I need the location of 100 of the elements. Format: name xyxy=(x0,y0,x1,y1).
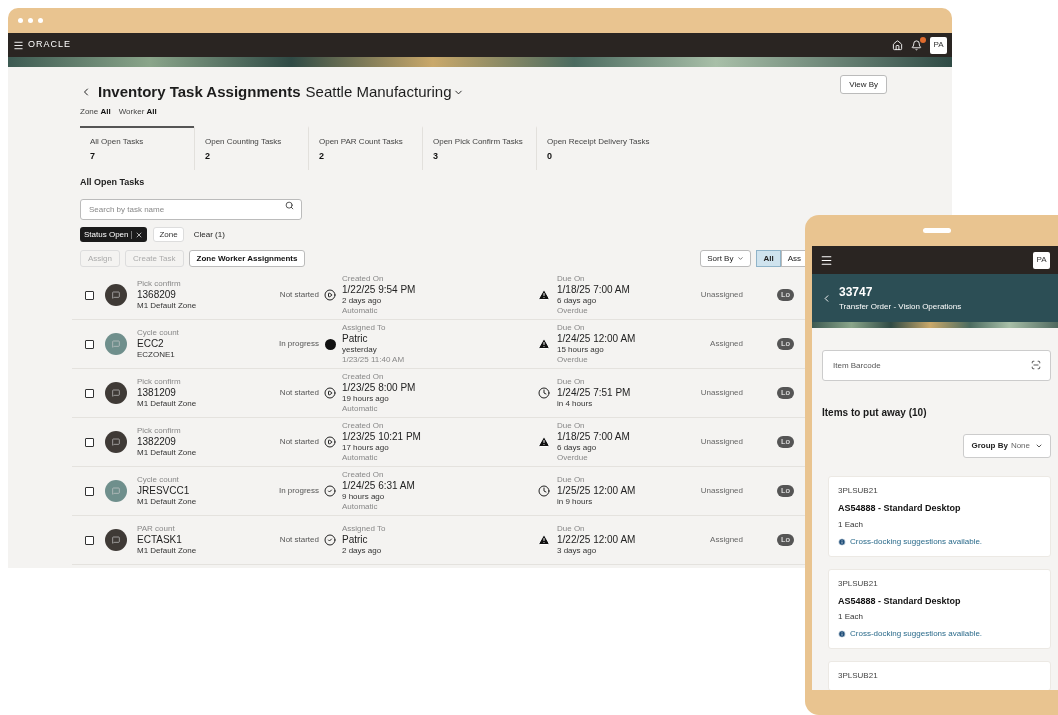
filter-chip[interactable]: Zone xyxy=(153,227,184,242)
task-badge: Lo xyxy=(777,387,794,399)
order-subtitle: Transfer Order - Vision Operations xyxy=(839,301,962,313)
task-status: Not started xyxy=(279,387,319,399)
assignment-status: Unassigned xyxy=(700,436,743,448)
clock-icon xyxy=(538,387,550,399)
chevron-down-icon xyxy=(1035,442,1043,450)
task-type: Pick confirm xyxy=(137,426,182,436)
created-label: Created On xyxy=(342,274,385,284)
warning-icon xyxy=(538,534,550,546)
due-label: Due On xyxy=(557,323,586,333)
due-value: 1/18/25 7:00 AM xyxy=(557,431,631,443)
segment-button[interactable]: All xyxy=(756,250,781,267)
play-circle-icon xyxy=(324,289,336,301)
summary-tab[interactable]: Open Counting Tasks 2 xyxy=(194,125,308,170)
task-status: Not started xyxy=(279,436,319,448)
filter-chip[interactable]: Status Open xyxy=(80,227,148,242)
task-type: Cycle count xyxy=(137,475,180,485)
row-checkbox[interactable] xyxy=(85,388,94,398)
task-badge: Lo xyxy=(777,534,794,546)
user-avatar[interactable]: PA xyxy=(930,36,947,54)
task-type: Cycle count xyxy=(137,328,180,338)
home-icon[interactable] xyxy=(892,39,903,51)
view-by-button[interactable]: View By xyxy=(840,75,887,94)
created-ago: 2 days ago xyxy=(342,546,383,556)
due-label: Due On xyxy=(557,274,586,284)
filter-label: Worker All xyxy=(118,105,157,118)
order-number: 33747 xyxy=(839,284,874,301)
item-name: AS54888 - Standard Desktop xyxy=(838,502,962,515)
summary-tab[interactable]: Open Pick Confirm Tasks 3 xyxy=(422,125,536,170)
row-checkbox[interactable] xyxy=(85,486,94,496)
due-value: 1/24/25 7:51 PM xyxy=(557,387,632,399)
site-selector[interactable]: Seattle Manufacturing xyxy=(305,81,465,104)
created-value: 1/22/25 9:54 PM xyxy=(342,284,417,296)
row-checkbox[interactable] xyxy=(85,290,94,300)
row-checkbox[interactable] xyxy=(85,535,94,545)
group-by-button[interactable]: Group By None xyxy=(963,434,1051,458)
row-checkbox[interactable] xyxy=(85,437,94,447)
close-icon[interactable] xyxy=(135,230,144,239)
item-card[interactable]: 3PLSUB21 AS54888 - Standard Desktop 1 Each Cross-docking suggestions available. xyxy=(828,476,1051,557)
due-label: Due On xyxy=(557,377,586,387)
due-note: Overdue xyxy=(557,453,589,463)
page-title: Inventory Task Assignments xyxy=(98,82,301,102)
task-badge: Lo xyxy=(777,485,794,497)
menu-icon[interactable] xyxy=(13,39,24,51)
created-note: Automatic xyxy=(342,404,379,414)
scan-icon[interactable] xyxy=(1031,360,1041,370)
due-note: Overdue xyxy=(557,355,589,365)
item-quantity: 1 Each xyxy=(838,518,864,531)
due-value: 1/25/25 12:00 AM xyxy=(557,485,637,497)
due-ago: 15 hours ago xyxy=(557,345,605,355)
created-ago: yesterday xyxy=(342,345,378,355)
info-icon xyxy=(838,537,846,546)
created-ago: 2 days ago xyxy=(342,296,383,306)
caret-icon xyxy=(737,255,745,262)
created-ago: 9 hours ago xyxy=(342,492,386,502)
assignment-status: Assigned xyxy=(710,338,743,350)
clear-filters-link[interactable]: Clear (1) xyxy=(189,227,229,242)
assignment-status: Assigned xyxy=(710,534,743,546)
task-zone: ECZONE1 xyxy=(137,350,176,360)
item-code: 3PLSUB21 xyxy=(838,577,879,590)
action-button[interactable]: Zone Worker Assignments xyxy=(188,250,306,267)
summary-tab[interactable]: Open Receipt Delivery Tasks 0 xyxy=(536,125,650,170)
row-checkbox[interactable] xyxy=(85,339,94,349)
item-name: AS54888 - Standard Desktop xyxy=(838,594,962,608)
clock-icon xyxy=(538,485,550,497)
task-zone: M1 Default Zone xyxy=(137,546,198,556)
item-card[interactable]: 3PLSUB21 AS54888 - Standard Desktop 1 Each Cross-docking suggestions available. xyxy=(828,568,1051,649)
due-value: 1/22/25 12:00 AM xyxy=(557,534,637,546)
barcode-field[interactable]: Item Barcode xyxy=(822,350,1051,381)
created-label: Created On xyxy=(342,470,385,480)
user-avatar[interactable]: PA xyxy=(1033,251,1050,269)
due-ago: in 9 hours xyxy=(557,497,594,507)
created-label: Assigned To xyxy=(342,323,387,333)
task-status: Not started xyxy=(279,289,319,301)
phone-speaker-icon xyxy=(922,228,951,233)
due-ago: 6 days ago xyxy=(557,443,598,453)
task-zone: M1 Default Zone xyxy=(137,301,198,311)
summary-tab[interactable]: Open PAR Count Tasks 2 xyxy=(308,125,422,170)
search-field[interactable]: Search by task name xyxy=(80,199,302,220)
task-code: 1381209 xyxy=(137,387,177,399)
check-circle-icon xyxy=(324,534,336,546)
created-value: 1/24/25 6:31 AM xyxy=(342,480,416,492)
task-status: Not started xyxy=(279,534,319,546)
menu-icon[interactable] xyxy=(820,253,833,267)
item-card[interactable]: 3PLSUB21 xyxy=(828,661,1051,690)
search-icon[interactable] xyxy=(285,201,294,210)
task-status: In progress xyxy=(278,338,319,350)
sort-by-button[interactable]: Sort By xyxy=(700,250,752,267)
created-label: Created On xyxy=(342,421,385,431)
created-note: Automatic xyxy=(342,453,379,463)
due-note: Overdue xyxy=(557,306,589,316)
assignment-status: Unassigned xyxy=(700,485,743,497)
due-label: Due On xyxy=(557,421,586,431)
created-value: Patric xyxy=(342,534,369,546)
task-type: Pick confirm xyxy=(137,377,182,387)
item-code: 3PLSUB21 xyxy=(838,670,879,682)
task-code: 1382209 xyxy=(137,436,177,448)
check-circle-icon xyxy=(324,485,336,497)
due-ago: in 4 hours xyxy=(557,399,594,409)
